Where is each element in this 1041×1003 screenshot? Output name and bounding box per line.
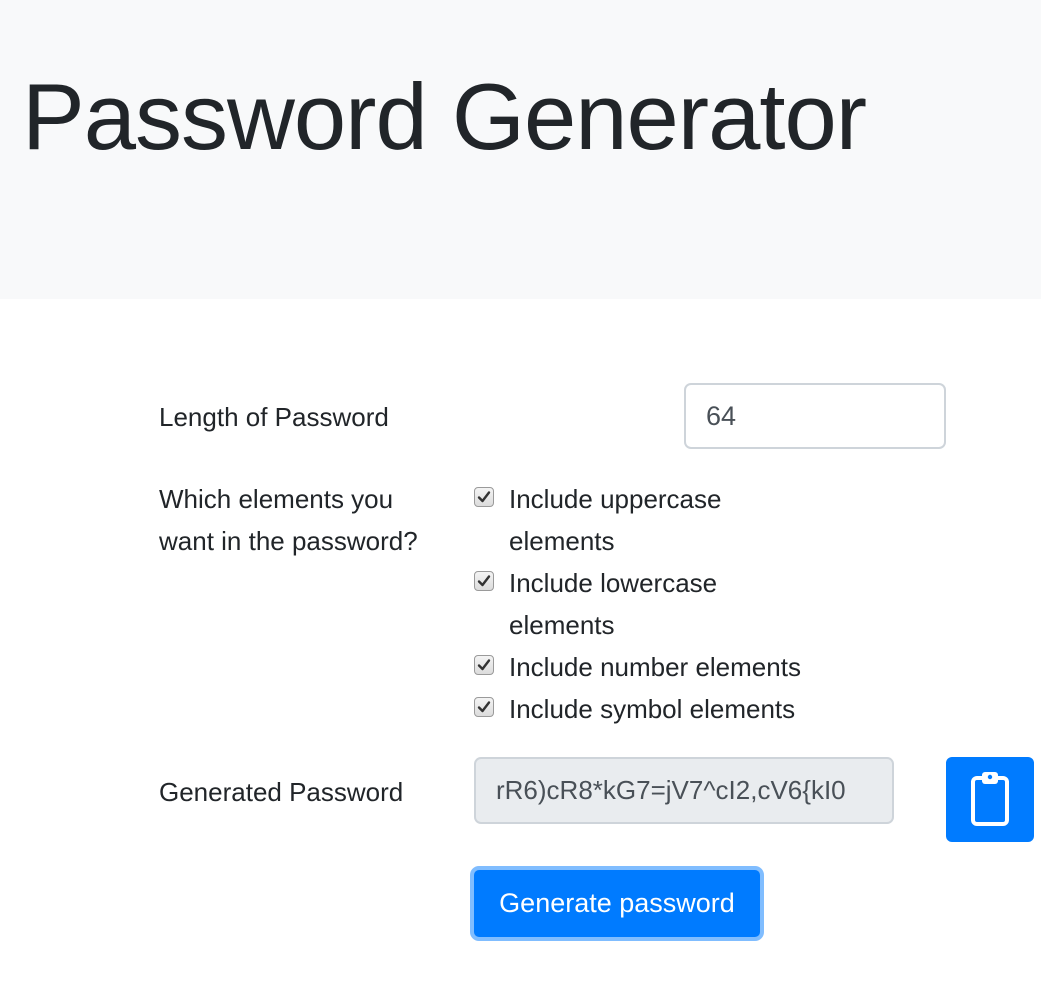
length-input[interactable] [684, 383, 946, 449]
elements-label: Which elements you want in the password? [159, 484, 418, 556]
length-label: Length of Password [159, 402, 389, 432]
generated-password-field[interactable] [474, 757, 894, 824]
symbol-checkbox[interactable] [474, 697, 494, 717]
number-checkbox[interactable] [474, 655, 494, 675]
page-title: Password Generator [22, 64, 867, 169]
number-label: Include number elements [509, 652, 801, 682]
symbol-label: Include symbol elements [509, 694, 796, 724]
jumbotron-header: Password Generator [0, 0, 1041, 299]
generated-password-label: Generated Password [159, 777, 404, 807]
lowercase-checkbox[interactable] [474, 571, 494, 591]
uppercase-checkbox[interactable] [474, 487, 494, 507]
lowercase-label: Include lowercase elements [509, 568, 718, 640]
copy-to-clipboard-button[interactable] [946, 757, 1034, 842]
generate-password-button[interactable]: Generate password [470, 866, 764, 941]
uppercase-label: Include uppercase elements [509, 484, 722, 556]
